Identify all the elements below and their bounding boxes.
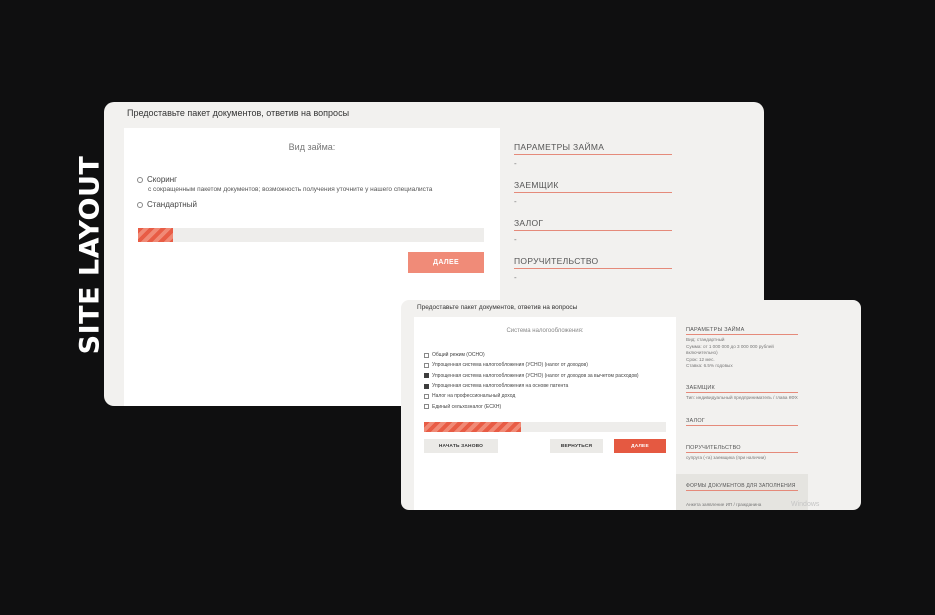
checkbox-checked[interactable] [424, 383, 429, 389]
option-label: Скоринг [147, 175, 178, 184]
section-heading: ЗАЕМЩИК [514, 180, 672, 193]
section-heading: ПОРУЧИТЕЛЬСТВО [686, 445, 798, 453]
section-heading: ЗАЕМЩИК [686, 385, 798, 393]
tax-option-label: Общий режим (ОСНО) [432, 352, 485, 359]
tax-option[interactable]: Упрощенная система налогообложения (УСНО… [424, 371, 639, 381]
progress-bar [424, 422, 666, 432]
section-value: - [514, 235, 517, 244]
tax-option[interactable]: Единый сельхозналог (ЕСХН) [424, 401, 639, 411]
section-heading: ПАРАМЕТРЫ ЗАЙМА [514, 142, 672, 155]
progress-fill [424, 422, 521, 432]
radio-scoring[interactable] [137, 176, 143, 183]
back-button[interactable]: ВЕРНУТЬСЯ [550, 439, 603, 453]
section-value: - [514, 159, 517, 168]
summary-collateral: ЗАЛОГ [686, 418, 798, 426]
checkbox[interactable] [424, 404, 429, 410]
summary-collateral: ЗАЛОГ - [514, 218, 672, 244]
window-tax-system: Предоставьте пакет документов, ответив н… [401, 300, 861, 510]
checkbox[interactable] [424, 362, 429, 368]
window-title: Предоставьте пакет документов, ответив н… [127, 108, 350, 118]
section-heading: ЗАЛОГ [686, 418, 798, 426]
option-scoring[interactable]: Скоринг [137, 175, 177, 184]
section-title: Вид займа: [288, 142, 336, 152]
window-title: Предоставьте пакет документов, ответив н… [417, 304, 578, 311]
params-line: Ставка: 6.5% годовых [686, 363, 733, 368]
progress-bar [138, 228, 484, 242]
option-label: Стандартный [147, 200, 197, 209]
section-heading: ПАРАМЕТРЫ ЗАЙМА [686, 327, 798, 335]
summary-loan-params: ПАРАМЕТРЫ ЗАЙМА - [514, 142, 672, 168]
os-watermark: Windows [791, 501, 820, 508]
section-heading: ПОРУЧИТЕЛЬСТВО [514, 256, 672, 269]
form-panel: Система налогообложения: Общий режим (ОС… [414, 317, 676, 510]
side-title: SITE LAYOUT [74, 155, 106, 355]
document-form-link[interactable]: Анкета заявление ИП / гражданина [686, 502, 761, 507]
document-forms-section: ФОРМЫ ДОКУМЕНТОВ ДЛЯ ЗАПОЛНЕНИЯ Анкета з… [676, 474, 808, 510]
section-value: супруга (-га) заемщика (при наличии) [686, 455, 766, 460]
tax-option-label: Единый сельхозналог (ЕСХН) [432, 403, 502, 410]
checkbox-checked[interactable] [424, 373, 429, 379]
tax-option-label: Упрощенная система налогообложения (УСНО… [432, 372, 639, 379]
restart-button[interactable]: НАЧАТЬ ЗАНОВО [424, 439, 498, 453]
tax-option-label: Упрощенная система налогообложения на ос… [432, 383, 569, 390]
checkbox[interactable] [424, 352, 429, 358]
tax-option-label: Упрощенная система налогообложения (УСНО… [432, 362, 588, 369]
option-standard[interactable]: Стандартный [137, 200, 197, 209]
summary-guarantee: ПОРУЧИТЕЛЬСТВО супруга (-га) заемщика (п… [686, 445, 798, 462]
params-line: Сумма: от 1 000 000 до 3 000 000 рублей … [686, 343, 774, 356]
summary-guarantee: ПОРУЧИТЕЛЬСТВО - [514, 256, 672, 282]
tax-option-label: Налог на профессиональный доход [432, 393, 516, 400]
next-button[interactable]: ДАЛЕЕ [408, 252, 484, 273]
tax-options-list: Общий режим (ОСНО) Упрощенная система нал… [424, 350, 639, 412]
option-scoring-description: с сокращенным пакетом документов; возмож… [148, 186, 433, 193]
section-heading: ЗАЛОГ [514, 218, 672, 231]
tax-option[interactable]: Общий режим (ОСНО) [424, 350, 639, 360]
section-value: - [514, 197, 517, 206]
tax-option[interactable]: Упрощенная система налогообложения (УСНО… [424, 360, 639, 370]
progress-fill [138, 228, 173, 242]
next-button[interactable]: ДАЛЕЕ [614, 439, 666, 453]
summary-loan-params: ПАРАМЕТРЫ ЗАЙМА Вид: стандартный Сумма: … [686, 327, 798, 370]
section-heading: ФОРМЫ ДОКУМЕНТОВ ДЛЯ ЗАПОЛНЕНИЯ [686, 483, 798, 491]
summary-borrower: ЗАЕМЩИК - [514, 180, 672, 206]
section-value: Тип: индивидуальный предприниматель / гл… [686, 395, 798, 400]
checkbox[interactable] [424, 393, 429, 399]
section-title: Система налогообложения: [506, 328, 584, 334]
radio-standard[interactable] [137, 201, 143, 208]
tax-option[interactable]: Налог на профессиональный доход [424, 391, 639, 401]
summary-borrower: ЗАЕМЩИК Тип: индивидуальный предпринимат… [686, 385, 798, 402]
tax-option[interactable]: Упрощенная система налогообложения на ос… [424, 381, 639, 391]
section-value: - [514, 273, 517, 282]
